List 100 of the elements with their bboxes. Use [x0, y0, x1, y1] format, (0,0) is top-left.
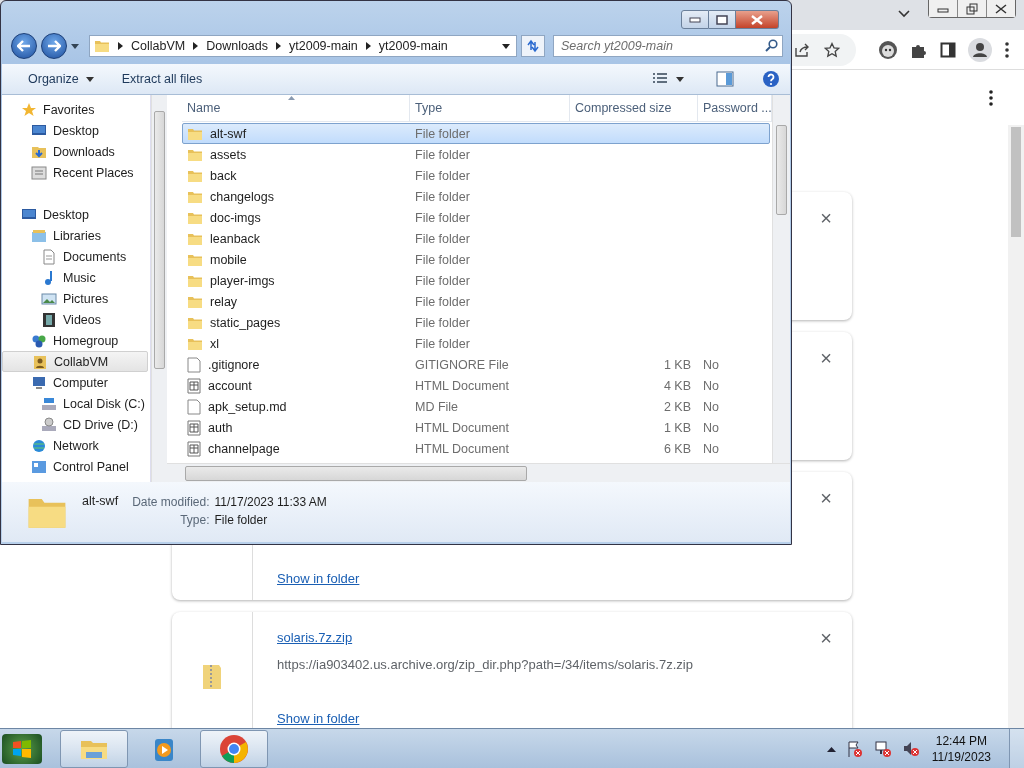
remove-button[interactable]: × [816, 346, 836, 370]
maximize-button[interactable] [709, 10, 736, 29]
network-error-icon[interactable] [873, 739, 892, 758]
clock[interactable]: 12:44 PM 11/19/2023 [931, 732, 991, 765]
remove-button[interactable]: × [816, 486, 836, 510]
file-row[interactable]: assets File folder [182, 144, 770, 165]
start-button[interactable] [2, 733, 42, 764]
help-icon[interactable] [762, 70, 780, 88]
file-row[interactable]: doc-imgs File folder [182, 207, 770, 228]
file-name: alt-swf [210, 126, 247, 141]
file-row[interactable]: changelogs File folder [182, 186, 770, 207]
file-row[interactable]: mobile File folder [182, 249, 770, 270]
file-row[interactable]: alt-swf File folder [182, 123, 770, 144]
preview-pane-icon[interactable] [716, 71, 734, 87]
close-button[interactable] [986, 0, 1015, 17]
breadcrumb-arrow-icon[interactable] [193, 42, 199, 50]
file-row[interactable]: apk_setup.md MD File 2 KB No [182, 396, 770, 417]
tab-search-caret-icon[interactable] [898, 10, 910, 18]
navigation-item[interactable]: Pictures [2, 288, 148, 309]
breadcrumb-item[interactable]: Downloads [206, 39, 269, 53]
navigation-item[interactable]: Music [2, 267, 148, 288]
profile-avatar-icon[interactable] [968, 37, 992, 62]
back-button[interactable] [11, 33, 37, 59]
refresh-button[interactable] [521, 35, 545, 57]
breadcrumb-arrow-icon[interactable] [276, 42, 282, 50]
scrollbar[interactable] [1008, 125, 1024, 728]
folder-icon [94, 38, 110, 54]
scrollbar[interactable] [151, 95, 167, 482]
breadcrumb-item[interactable]: CollabVM [131, 39, 186, 53]
show-in-folder-link[interactable]: Show in folder [277, 571, 360, 586]
navigation-item[interactable]: Desktop [2, 120, 148, 141]
taskbar-app-button[interactable] [200, 729, 268, 768]
search-icon[interactable] [765, 39, 778, 52]
navigation-item[interactable]: Recent Places [2, 162, 148, 183]
compressed-size: 2 KB [663, 399, 691, 414]
horizontal-scrollbar[interactable] [167, 463, 790, 482]
navigation-item[interactable]: CollabVM [2, 351, 148, 372]
view-options-icon[interactable] [652, 72, 668, 86]
chrome-icon [218, 732, 250, 765]
forward-button[interactable] [41, 33, 67, 59]
navigation-item[interactable]: Documents [2, 246, 148, 267]
file-type: File folder [415, 147, 470, 162]
file-row[interactable]: leanback File folder [182, 228, 770, 249]
navigation-item[interactable]: CD Drive (D:) [2, 414, 148, 435]
share-icon[interactable] [794, 41, 810, 58]
search-field[interactable]: Search yt2009-main [553, 35, 783, 57]
navigation-item[interactable]: Homegroup [2, 330, 148, 351]
file-row[interactable]: .gitignore GITIGNORE File 1 KB No [182, 354, 770, 375]
minimize-button[interactable] [929, 0, 957, 17]
file-row[interactable]: channelpage HTML Document 6 KB No [182, 438, 770, 459]
file-row[interactable]: account HTML Document 4 KB No [182, 375, 770, 396]
monkey-face-icon[interactable] [878, 39, 898, 60]
navigation-item[interactable]: Libraries [2, 225, 148, 246]
command-button[interactable]: Organize [18, 67, 104, 91]
file-name-link[interactable]: solaris.7z.zip [277, 630, 353, 645]
show-in-folder-link[interactable]: Show in folder [277, 711, 360, 726]
command-button[interactable]: Extract all files [111, 67, 213, 91]
file-row[interactable]: back File folder [182, 165, 770, 186]
breadcrumb-arrow-icon[interactable] [365, 42, 371, 50]
column-header[interactable]: Type [410, 95, 570, 121]
navigation-item[interactable]: Favorites [2, 99, 148, 120]
breadcrumb-item[interactable]: yt2009-main [378, 39, 448, 53]
address-bar[interactable] [790, 33, 856, 66]
file-row[interactable]: player-imgs File folder [182, 270, 770, 291]
close-button[interactable] [736, 10, 779, 29]
restore-button[interactable] [957, 0, 986, 17]
navigation-item[interactable]: Local Disk (C:) [2, 393, 148, 414]
navigation-item[interactable]: Computer [2, 372, 148, 393]
column-header[interactable]: Compressed size [570, 95, 698, 121]
computer-icon [31, 374, 47, 391]
show-hidden-icons-icon[interactable] [826, 745, 836, 752]
file-row[interactable]: relay File folder [182, 291, 770, 312]
navigation-item[interactable]: Videos [2, 309, 148, 330]
file-row[interactable]: static_pages File folder [182, 312, 770, 333]
taskbar-app-button[interactable] [60, 729, 128, 768]
flag-error-icon[interactable] [845, 739, 864, 758]
file-name: assets [210, 147, 247, 162]
file-row[interactable]: xl File folder [182, 333, 770, 354]
remove-button[interactable]: × [816, 626, 836, 650]
navigation-item[interactable]: Downloads [2, 141, 148, 162]
navigation-item[interactable]: Network [2, 435, 148, 456]
menu-icon[interactable] [1004, 41, 1010, 58]
breadcrumb-arrow-icon[interactable] [118, 42, 123, 50]
picture-icon [41, 290, 57, 307]
scrollbar[interactable] [772, 95, 790, 463]
recent-pages-caret-icon[interactable] [71, 43, 79, 49]
address-bar[interactable]: CollabVM Downloads yt2009-main yt2009-main [89, 35, 517, 57]
breadcrumb-item[interactable]: yt2009-main [289, 39, 358, 53]
file-row[interactable]: auth HTML Document 1 KB No [182, 417, 770, 438]
navigation-item[interactable]: Control Panel [2, 456, 148, 477]
show-desktop-button[interactable] [1009, 728, 1024, 768]
minimize-button[interactable] [681, 10, 709, 29]
dropdown-caret-icon[interactable] [502, 43, 510, 49]
column-header[interactable]: Name [182, 95, 410, 121]
more-actions-icon[interactable] [988, 89, 994, 106]
remove-button[interactable]: × [816, 206, 836, 230]
navigation-item[interactable]: Desktop [2, 204, 148, 225]
star-icon[interactable] [824, 41, 840, 58]
side-panel-icon[interactable] [940, 41, 956, 58]
dropdown-caret-icon[interactable] [676, 76, 684, 82]
